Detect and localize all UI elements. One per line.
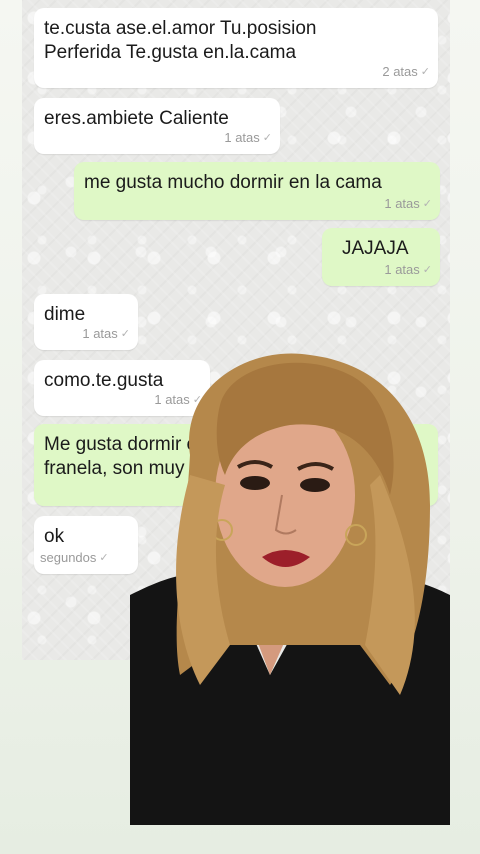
message-time: 2 atas [382,64,418,79]
message-time: 1 atas [384,262,420,277]
message-text: te.custa ase.el.amor Tu.posision Perferi… [44,18,317,63]
message-meta: 1 atas ✓ [384,192,432,216]
double-check-icon: ✓ [420,66,430,78]
double-check-icon: ✓ [120,328,130,340]
message-meta: 1 atas ✓ [82,322,130,346]
message-bubble-4[interactable]: JAJAJA 1 atas ✓ [322,228,440,286]
message-meta: 1 atas ✓ [224,126,272,150]
message-text: me gusta mucho dormir en la cama [84,172,382,193]
message-time: 1 atas [82,326,118,341]
message-bubble-1[interactable]: te.custa ase.el.amor Tu.posision Perferi… [34,8,438,88]
message-meta: 1 atas ✓ [384,258,432,282]
message-meta: 2 atas ✓ [382,60,430,84]
message-bubble-2[interactable]: eres.ambiete Caliente 1 atas ✓ [34,98,280,154]
message-bubble-5[interactable]: dime 1 atas ✓ [34,294,138,350]
double-check-icon: ✓ [422,198,432,210]
message-time: 1 atas [384,196,420,211]
message-bubble-8[interactable]: ok segundos ✓ [34,516,138,574]
double-check-icon: ✓ [262,132,272,144]
message-time: segundos [40,550,97,565]
double-check-icon: ✓ [99,552,109,564]
double-check-icon: ✓ [422,264,432,276]
message-meta: segundos ✓ [40,546,109,570]
message-bubble-3[interactable]: me gusta mucho dormir en la cama 1 atas … [74,162,440,220]
message-time: 1 atas [224,130,260,145]
person-cutout [130,353,450,825]
